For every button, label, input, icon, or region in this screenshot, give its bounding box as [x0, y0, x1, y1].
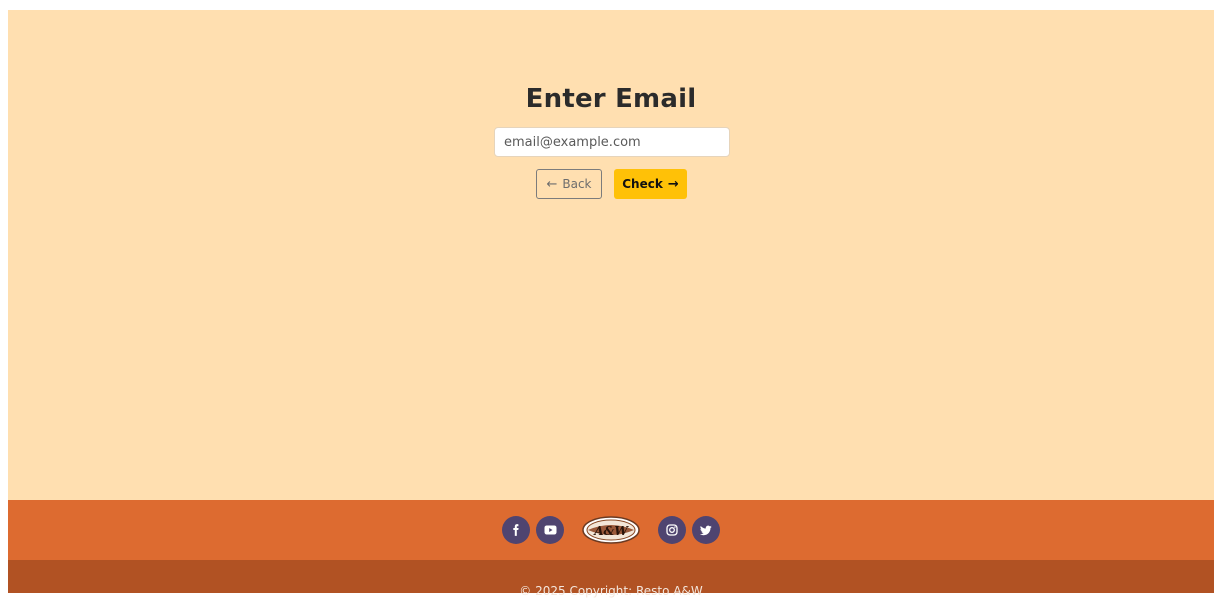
arrow-left-icon: ←: [546, 176, 558, 192]
arrow-right-icon: →: [667, 176, 679, 192]
check-button-label: Check: [622, 177, 663, 191]
back-button[interactable]: ← Back: [536, 169, 602, 199]
footer-copyright-bar: © 2025 Copyright: Resto A&W: [8, 560, 1214, 598]
youtube-icon: [544, 525, 556, 535]
instagram-icon: [666, 524, 678, 536]
twitter-link[interactable]: [692, 516, 720, 544]
facebook-icon: [513, 524, 519, 536]
main-content: Enter Email ← Back Check →: [8, 10, 1214, 500]
back-button-label: Back: [562, 177, 592, 191]
page-title: Enter Email: [525, 84, 697, 114]
social-links: A&W: [8, 500, 1214, 560]
instagram-link[interactable]: [658, 516, 686, 544]
aw-logo: A&W: [582, 516, 640, 544]
copyright-text: © 2025 Copyright: Resto A&W: [519, 584, 703, 598]
footer-social-bar: A&W: [8, 500, 1214, 560]
email-field[interactable]: [494, 127, 730, 157]
check-button[interactable]: Check →: [614, 169, 687, 199]
youtube-link[interactable]: [536, 516, 564, 544]
facebook-link[interactable]: [502, 516, 530, 544]
page: Enter Email ← Back Check →: [8, 10, 1214, 598]
twitter-icon: [700, 525, 712, 535]
aw-logo-text: A&W: [594, 523, 628, 538]
